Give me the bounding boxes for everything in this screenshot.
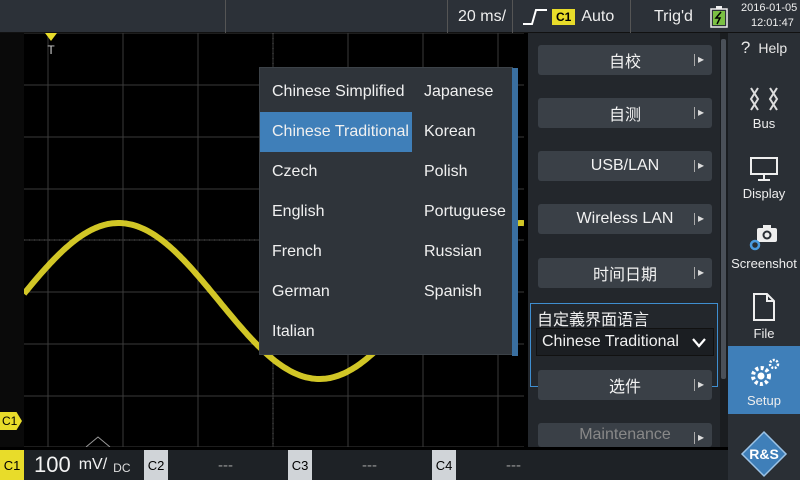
date-time-button[interactable]: 时间日期 ▸ <box>538 258 712 288</box>
channel1-settings[interactable]: C1 100 mV/ DC <box>0 450 142 480</box>
sidebar-item-display[interactable]: Display <box>728 139 800 207</box>
date-text: 2016-01-05 <box>741 2 798 14</box>
sidebar-item-setup[interactable]: Setup <box>728 346 800 414</box>
top-status-bar: 20 ms/ C1 Auto Trig'd 2016-01-05 12:01:4… <box>0 0 800 33</box>
trigger-position-marker[interactable]: T <box>44 31 58 57</box>
camera-icon <box>749 225 777 251</box>
file-icon <box>753 293 775 321</box>
language-dropdown[interactable]: Chinese Traditional <box>536 328 714 356</box>
sidebar-item-file[interactable]: File <box>728 279 800 347</box>
channel-bar: C1 100 mV/ DC C2 --- C3 --- C4 --- <box>0 450 728 480</box>
language-option-chinese-traditional[interactable]: Chinese Traditional <box>260 112 412 152</box>
timebase-display[interactable]: 20 ms/ <box>458 0 506 33</box>
sidebar-item-label: File <box>753 326 775 341</box>
language-dropdown-value: Chinese Traditional <box>542 333 679 350</box>
help-icon: ? <box>740 38 751 57</box>
language-option-russian[interactable]: Russian <box>412 232 512 272</box>
sidebar-item-label: Bus <box>752 116 776 131</box>
channel2-tag: C2 <box>144 450 168 480</box>
sidebar-item-label: Screenshot <box>731 256 797 271</box>
language-option-italian[interactable]: Italian <box>260 312 412 352</box>
topbar-divider <box>447 0 448 33</box>
channel1-tag: C1 <box>0 450 24 480</box>
sidebar-item-label: Display <box>742 186 786 201</box>
options-label: 选件 <box>608 379 641 396</box>
help-button[interactable]: ? Help <box>728 33 800 63</box>
language-selector-title: 自定義界面语言 <box>537 312 650 329</box>
help-label: Help <box>758 40 788 56</box>
dropdown-scrollbar[interactable] <box>512 68 518 356</box>
left-margin <box>0 33 24 447</box>
language-option-english[interactable]: English <box>260 192 412 232</box>
language-option-chinese-simplified[interactable]: Chinese Simplified <box>260 72 412 112</box>
self-test-button[interactable]: 自测 ▸ <box>538 98 712 128</box>
sidebar-item-screenshot[interactable]: Screenshot <box>728 209 800 277</box>
topbar-divider <box>225 0 226 33</box>
channel4-settings[interactable]: C4 --- <box>432 450 574 480</box>
display-icon <box>750 157 778 181</box>
submenu-arrow-icon: ▸ <box>694 105 704 119</box>
menu-scrollbar-thumb[interactable] <box>721 39 726 379</box>
battery-icon <box>706 0 732 33</box>
language-option-french[interactable]: French <box>260 232 412 272</box>
submenu-arrow-icon: ▸ <box>694 211 704 225</box>
sidebar-item-bus[interactable]: Bus <box>728 69 800 137</box>
sidebar-item-label: Setup <box>747 393 781 408</box>
maintenance-button[interactable]: Maintenance ▸ <box>538 423 712 447</box>
submenu-arrow-icon: ▸ <box>694 377 704 391</box>
gear-icon <box>751 358 780 386</box>
setup-menu: 自校 ▸ 自测 ▸ USB/LAN ▸ Wireless LAN ▸ 时间日期 ▸ 自定義… <box>528 33 720 447</box>
language-option-japanese[interactable]: Japanese <box>412 72 512 112</box>
channel4-tag: C4 <box>432 450 456 480</box>
language-option-german[interactable]: German <box>260 272 412 312</box>
channel4-value: --- <box>506 456 521 474</box>
submenu-arrow-icon: ▸ <box>694 430 704 444</box>
wireless-lan-button[interactable]: Wireless LAN ▸ <box>538 204 712 234</box>
trigger-source-badge: C1 <box>552 8 576 25</box>
submenu-arrow-icon: ▸ <box>694 158 704 172</box>
date-time: 2016-01-05 12:01:47 <box>741 1 797 31</box>
topbar-divider <box>512 0 513 33</box>
rohde-schwarz-logo: R&S <box>738 428 790 480</box>
channel1-coupling: DC <box>113 461 131 475</box>
svg-text:R&S: R&S <box>749 446 779 462</box>
submenu-arrow-icon: ▸ <box>694 265 704 279</box>
trigger-mode: Auto <box>581 7 615 25</box>
submenu-arrow-icon: ▸ <box>694 52 704 66</box>
self-alignment-button[interactable]: 自校 ▸ <box>538 45 712 75</box>
usb-lan-label: USB/LAN <box>590 157 660 174</box>
self-alignment-label: 自校 <box>608 54 641 71</box>
self-test-label: 自测 <box>608 107 641 124</box>
wireless-lan-label: Wireless LAN <box>576 210 674 227</box>
channel2-settings[interactable]: C2 --- <box>144 450 286 480</box>
sidebar: ? Help Bus Display Screenshot File Setup… <box>728 33 800 480</box>
time-text: 12:01:47 <box>751 17 794 29</box>
channel1-scale: 100 <box>34 452 71 477</box>
time-reference-marker <box>85 436 111 448</box>
language-option-czech[interactable]: Czech <box>260 152 412 192</box>
channel2-value: --- <box>218 456 233 474</box>
topbar-divider <box>630 0 631 33</box>
maintenance-label: Maintenance <box>579 426 671 443</box>
channel1-unit: mV/ <box>78 456 108 473</box>
bus-icon <box>749 87 779 111</box>
language-option-spanish[interactable]: Spanish <box>412 272 512 312</box>
language-option-portuguese[interactable]: Portuguese <box>412 192 512 232</box>
channel3-value: --- <box>362 456 377 474</box>
trigger-marker-label: T <box>47 43 55 57</box>
language-option-polish[interactable]: Polish <box>412 152 512 192</box>
trigger-edge-icon <box>523 8 547 25</box>
trigger-state[interactable]: Trig'd <box>654 0 693 33</box>
trigger-settings[interactable]: C1 Auto <box>522 0 614 33</box>
usb-lan-button[interactable]: USB/LAN ▸ <box>538 151 712 181</box>
language-dropdown-list[interactable]: Chinese Simplified Chinese Traditional C… <box>259 67 518 356</box>
channel3-tag: C3 <box>288 450 312 480</box>
language-option-korean[interactable]: Korean <box>412 112 512 152</box>
options-button[interactable]: 选件 ▸ <box>538 370 712 400</box>
channel3-settings[interactable]: C3 --- <box>288 450 430 480</box>
chevron-down-icon <box>691 329 707 362</box>
menu-scrollbar[interactable] <box>720 33 728 447</box>
date-time-label: 时间日期 <box>592 267 657 284</box>
